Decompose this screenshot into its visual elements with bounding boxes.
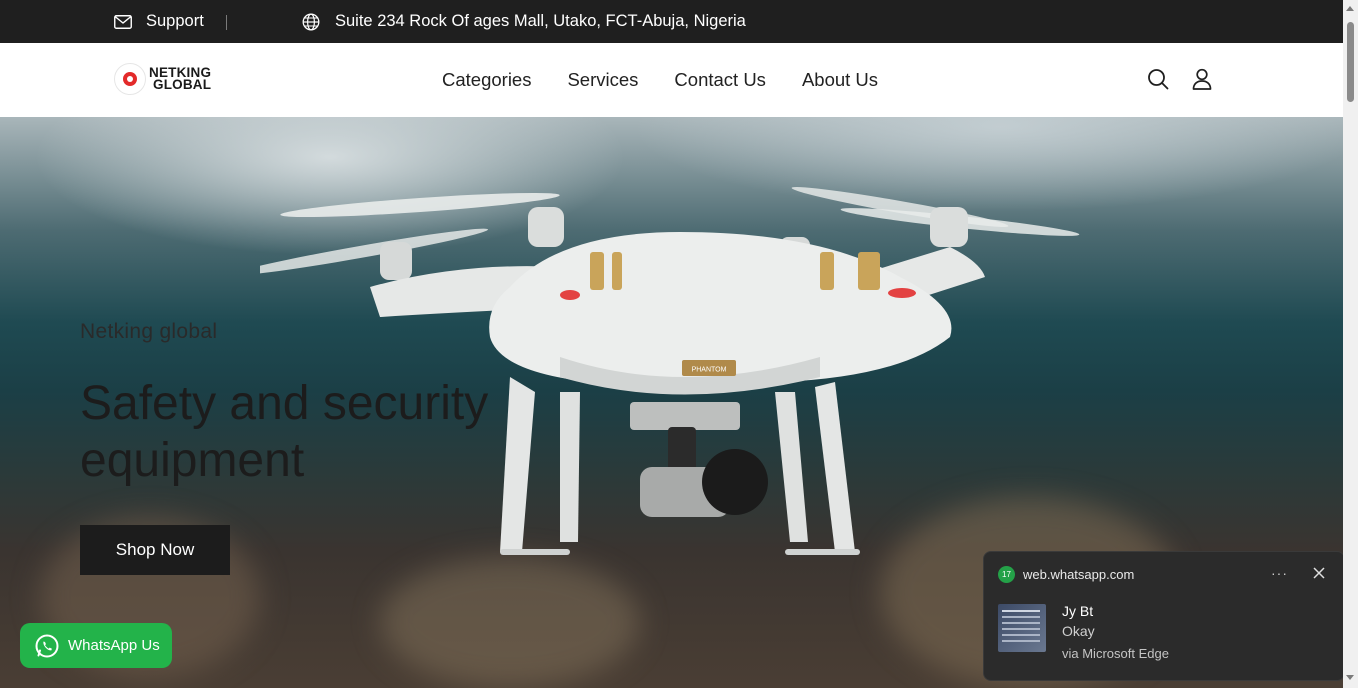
notification-source: via Microsoft Edge — [1062, 646, 1169, 661]
browser-notification[interactable]: 17 web.whatsapp.com ··· Jy Bt Okay via M… — [983, 551, 1345, 681]
top-announcement-bar: Support Suite 234 Rock Of ages Mall, Uta… — [0, 0, 1343, 43]
whatsapp-icon — [34, 633, 60, 659]
close-icon[interactable] — [1312, 566, 1326, 580]
notification-header: 17 web.whatsapp.com — [998, 566, 1134, 583]
logo-mark-icon — [114, 63, 146, 95]
hero-title: Safety and security equipment — [80, 377, 489, 487]
nav-about-us[interactable]: About Us — [802, 69, 878, 91]
nav-contact-us[interactable]: Contact Us — [674, 69, 766, 91]
whatsapp-chat-button[interactable]: WhatsApp Us — [20, 623, 172, 668]
search-icon[interactable] — [1146, 67, 1170, 91]
whatsapp-site-icon: 17 — [998, 566, 1015, 583]
mail-icon — [114, 14, 132, 29]
nav-categories[interactable]: Categories — [442, 69, 531, 91]
notification-sender: Jy Bt — [1062, 603, 1094, 619]
support-link[interactable]: Support — [114, 0, 204, 43]
account-icon[interactable] — [1190, 67, 1214, 91]
hero-subtitle: Netking global — [80, 320, 218, 343]
notification-site: web.whatsapp.com — [1023, 567, 1135, 582]
scroll-down-arrow-icon[interactable] — [1346, 675, 1354, 680]
address-text: Suite 234 Rock Of ages Mall, Utako, FCT-… — [335, 12, 746, 30]
page-scrollbar[interactable] — [1343, 0, 1358, 688]
support-label: Support — [146, 12, 204, 30]
main-nav: Categories Services Contact Us About Us — [442, 43, 878, 117]
logo-line-2: GLOBAL — [153, 77, 212, 92]
header-actions — [1146, 67, 1214, 91]
logo-wordmark: NETKING GLOBAL — [149, 66, 212, 92]
scroll-up-arrow-icon[interactable] — [1346, 6, 1354, 11]
message-thumbnail — [998, 604, 1046, 652]
nav-services[interactable]: Services — [567, 69, 638, 91]
address-info: Suite 234 Rock Of ages Mall, Utako, FCT-… — [302, 0, 746, 43]
shop-now-button[interactable]: Shop Now — [80, 525, 230, 575]
whatsapp-button-label: WhatsApp Us — [68, 637, 160, 654]
globe-icon — [302, 13, 320, 31]
notification-message: Okay — [1062, 623, 1095, 639]
topbar-divider — [226, 15, 227, 30]
netking-logo[interactable]: NETKING GLOBAL — [114, 63, 211, 95]
drone-badge-text: PHANTOM — [692, 367, 727, 374]
more-options-icon[interactable]: ··· — [1271, 565, 1288, 581]
scrollbar-thumb[interactable] — [1347, 22, 1354, 102]
site-header: NETKING GLOBAL Categories Services Conta… — [0, 43, 1343, 117]
